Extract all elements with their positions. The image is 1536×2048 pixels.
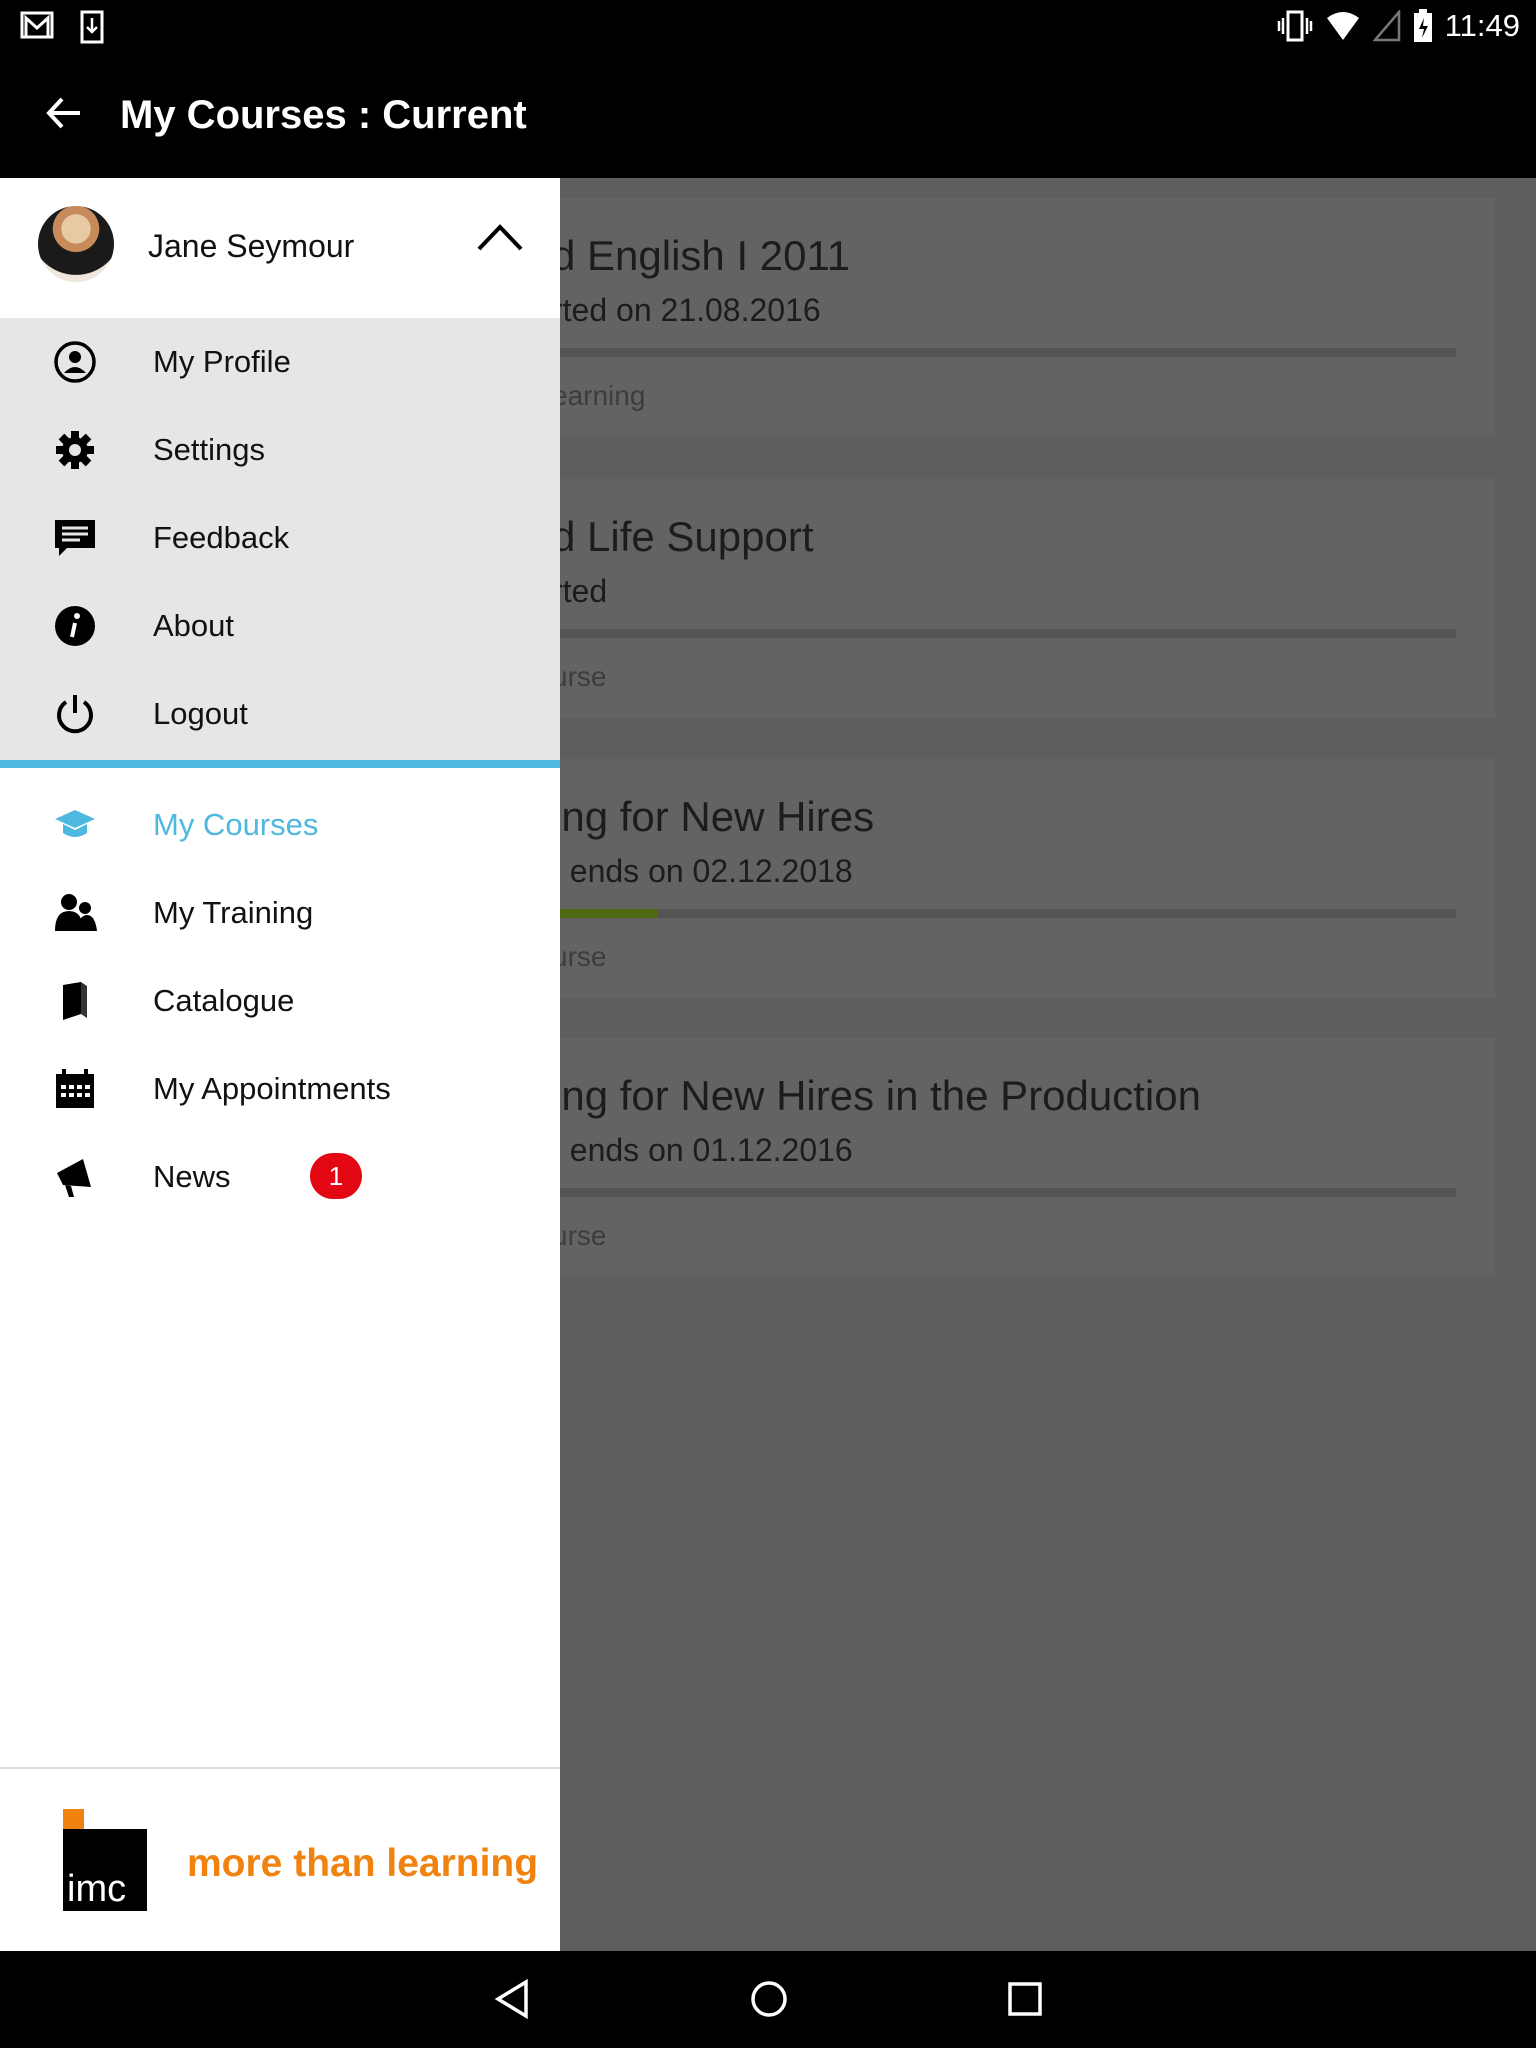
nav-item-label: News [153,1159,231,1194]
nav-item-news[interactable]: News 1 [0,1133,560,1221]
people-icon [55,894,97,931]
calendar-icon [56,1069,94,1108]
menu-item-feedback[interactable]: Feedback [0,494,560,582]
page-title: My Courses : Current [120,93,527,137]
course-type: earning [552,380,646,411]
chevron-up-icon[interactable] [476,222,524,252]
nav-item-my-appointments[interactable]: My Appointments [0,1045,560,1133]
feedback-icon [55,520,95,556]
gmail-icon [20,11,54,39]
system-navigation-bar [0,1951,1536,2048]
navigation-drawer: Jane Seymour My Profile Settings Feedbac… [0,178,560,1951]
menu-item-label: Feedback [153,520,290,555]
menu-item-label: About [153,608,235,643]
progress-bar [420,909,1456,918]
wifi-icon [1326,12,1359,40]
download-icon [80,10,104,44]
nav-item-my-courses[interactable]: My Courses [0,781,560,869]
course-dates: rted [552,573,608,609]
recents-nav-icon[interactable] [1007,1979,1043,2019]
user-name: Jane Seymour [148,228,355,264]
account-header[interactable]: Jane Seymour [0,178,560,318]
back-nav-icon[interactable] [494,1979,530,2019]
nav-item-label: My Courses [153,807,319,842]
course-dates: rted on 21.08.2016 [552,292,821,328]
book-icon [63,982,87,1020]
home-nav-icon[interactable] [749,1979,789,2019]
menu-item-about[interactable]: About [0,582,560,670]
status-bar: 11:49 [0,0,1536,65]
power-icon [57,695,93,734]
menu-item-logout[interactable]: Logout [0,670,560,758]
gear-icon [56,431,94,469]
course-type: urse [552,941,607,972]
course-card[interactable]: ing for New Hires in the Production , en… [420,1038,1495,1277]
course-card[interactable]: d English I 2011 rted on 21.08.2016 earn… [420,198,1495,437]
graduation-cap-icon [55,810,95,837]
clock: 11:49 [1444,8,1520,43]
progress-bar [420,1188,1456,1197]
account-menu: My Profile Settings Feedback About Logou… [0,318,560,760]
nav-item-label: My Appointments [153,1071,391,1106]
menu-item-label: Logout [153,696,248,731]
progress-bar [420,348,1456,357]
info-icon [55,606,95,646]
course-title: ing for New Hires in the Production [552,1072,1201,1119]
footer-divider [0,1767,560,1769]
course-card[interactable]: d Life Support rted urse [420,479,1495,718]
tagline: more than learning [187,1842,539,1885]
news-count-badge: 1 [310,1153,362,1199]
menu-item-settings[interactable]: Settings [0,406,560,494]
course-dates: , ends on 01.12.2016 [552,1132,853,1168]
arrow-left-icon[interactable] [44,93,84,133]
account-circle-icon [54,341,96,383]
vibrate-icon [1277,10,1312,42]
course-type: urse [552,1220,607,1251]
battery-charging-icon [1413,9,1432,42]
avatar [38,206,114,282]
nav-item-my-training[interactable]: My Training [0,869,560,957]
nav-item-label: My Training [153,895,314,930]
nav-item-catalogue[interactable]: Catalogue [0,957,560,1045]
menu-item-label: My Profile [153,344,291,379]
megaphone-icon [57,1159,91,1197]
course-type: urse [552,661,607,692]
course-dates: , ends on 02.12.2018 [552,853,853,889]
menu-item-my-profile[interactable]: My Profile [0,318,560,406]
section-divider [0,760,560,768]
signal-icon [1372,10,1400,42]
course-card[interactable]: ing for New Hires , ends on 02.12.2018 u… [420,759,1495,998]
nav-item-label: Catalogue [153,983,295,1018]
progress-bar [420,629,1456,638]
course-title: d English I 2011 [552,232,851,279]
imc-logo: imc [63,1809,147,1911]
course-title: ing for New Hires [552,793,875,840]
menu-item-label: Settings [153,432,266,467]
toolbar: My Courses : Current [0,65,1536,178]
course-title: d Life Support [552,513,814,560]
svg-text:imc: imc [67,1868,126,1910]
